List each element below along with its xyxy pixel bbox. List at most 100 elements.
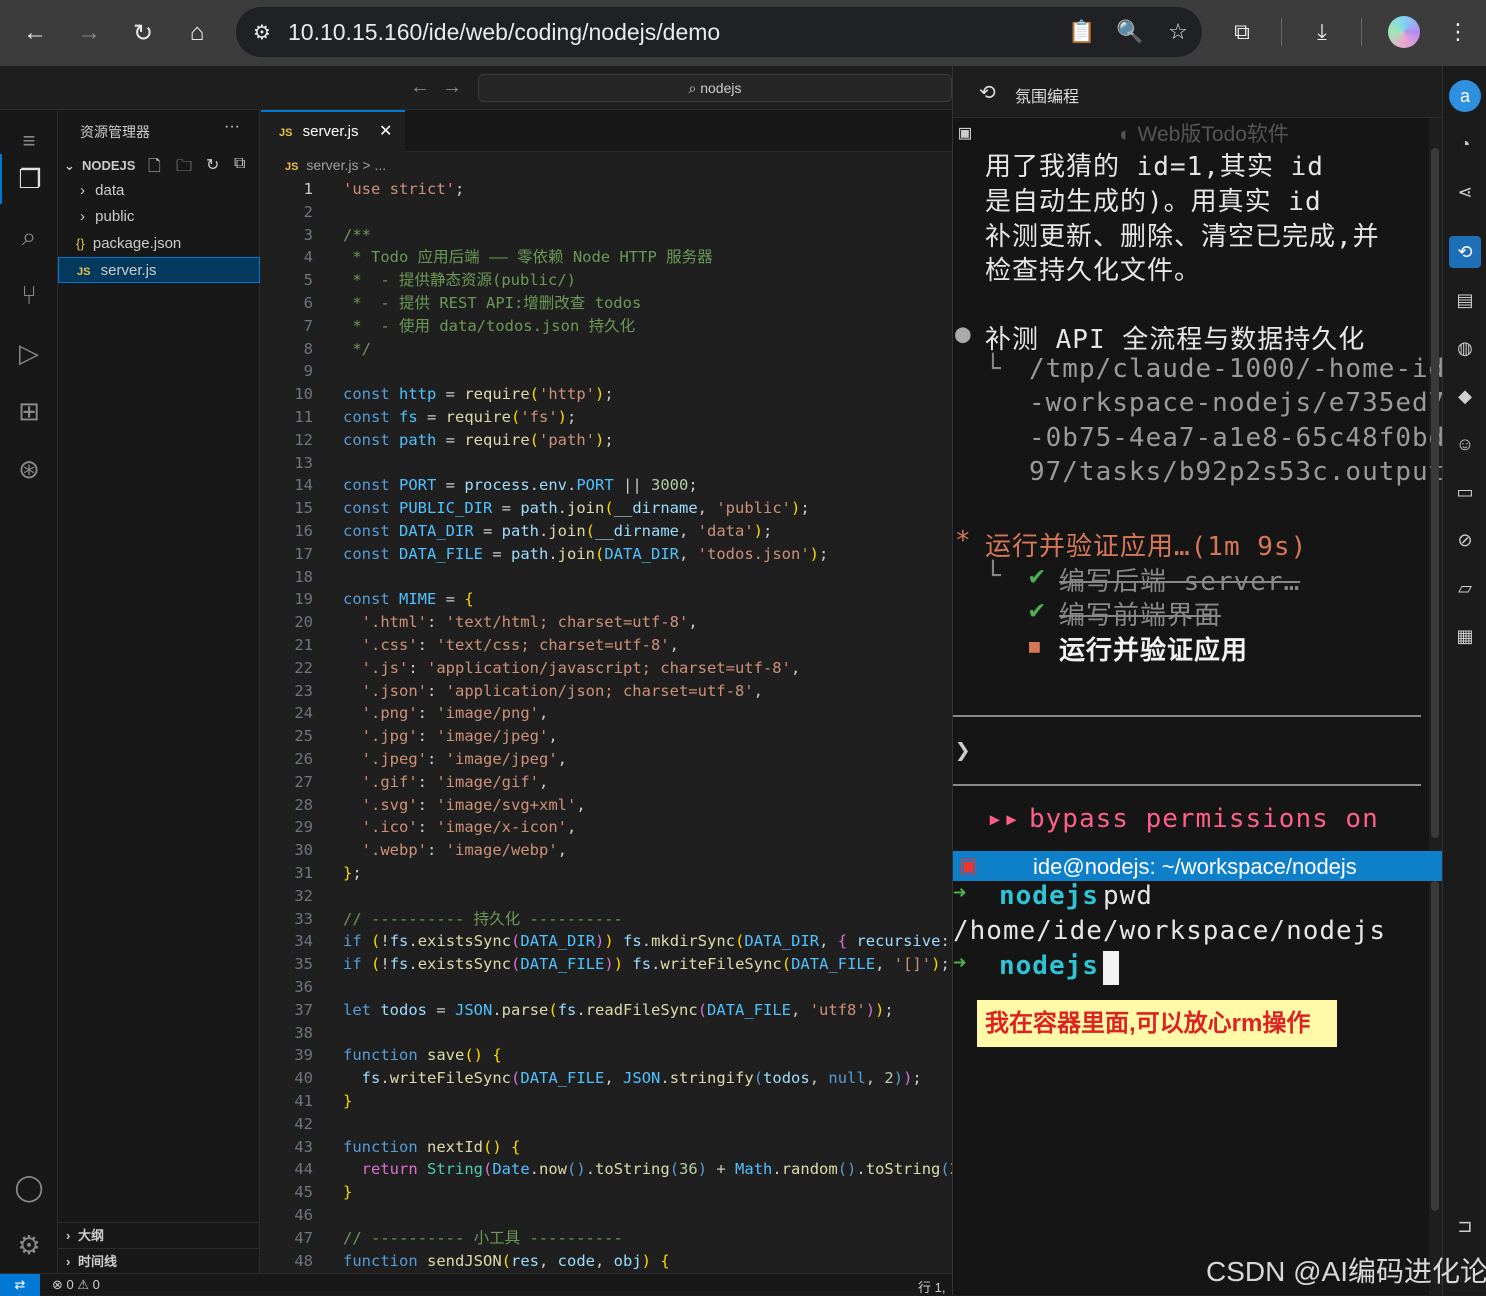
json-file-icon: {} xyxy=(76,236,85,251)
browser-toolbar: ← → ↻ ⌂ ⚙ 10.10.15.160/ide/web/coding/no… xyxy=(0,0,1486,66)
js-file-icon: JS xyxy=(77,266,91,278)
panel-title: 氛围编程 xyxy=(1015,89,1080,106)
vibe-coding-icon[interactable]: ⟲ xyxy=(1449,236,1481,268)
window-icon[interactable]: ▭ xyxy=(1449,476,1481,508)
close-icon[interactable]: ✕ xyxy=(379,112,392,152)
bypass-arrows-icon: ▸▸ xyxy=(987,804,1021,834)
tree-item-package-json[interactable]: {} package.json xyxy=(58,231,260,257)
settings-gear-icon[interactable]: ⚙ xyxy=(0,1220,58,1270)
grid-icon[interactable]: ▦ xyxy=(1449,620,1481,652)
running-status: 运行并验证应用…(1m 9s) xyxy=(985,532,1308,562)
explorer-title: 资源管理器 xyxy=(80,124,150,140)
reload-button[interactable]: ↻ xyxy=(116,13,170,53)
zoom-icon[interactable]: 🔍 xyxy=(1106,19,1154,45)
line-number: 5 xyxy=(303,271,313,290)
code-line: const MIME = { xyxy=(343,590,474,609)
url-text[interactable]: 10.10.15.160/ide/web/coding/nodejs/demo xyxy=(288,19,1058,46)
editor-tabs: JS server.js ✕ xyxy=(261,110,952,152)
line-number: 25 xyxy=(294,727,313,746)
folder-header[interactable]: ⌄ NODEJS 🗋 🗀 ↻ ⧉ xyxy=(58,154,260,178)
line-number: 33 xyxy=(294,909,313,928)
site-info-icon[interactable]: ⚙ xyxy=(236,20,288,45)
back-button[interactable]: ← xyxy=(8,13,62,53)
problems-indicator[interactable]: ⊗ 0 ⚠ 0 xyxy=(52,1277,100,1293)
line-number: 12 xyxy=(294,430,313,449)
code-line: if (!fs.existsSync(DATA_FILE)) fs.writeF… xyxy=(343,955,950,974)
claude-terminal[interactable]: ▣ ◐ Web版Todo软件 用了我猜的 id=1,其实 id 是自动生成的)。… xyxy=(953,118,1461,908)
storage-icon[interactable]: ▤ xyxy=(1449,284,1481,316)
code-line: const PORT = process.env.PORT || 3000; xyxy=(343,476,698,495)
profile-avatar[interactable] xyxy=(1388,16,1420,48)
address-bar[interactable]: ⚙ 10.10.15.160/ide/web/coding/nodejs/dem… xyxy=(236,7,1202,57)
tab-server-js[interactable]: JS server.js ✕ xyxy=(261,110,405,152)
bookmark-star-icon[interactable]: ☆ xyxy=(1154,19,1202,45)
more-actions-icon[interactable]: ··· xyxy=(224,118,240,136)
cursor-position[interactable]: 行 1, xyxy=(918,1277,945,1296)
activity-bar: ≡ ❐ ⌕ ⑂ ▷ ⊞ ⊛ ◯ ⚙ xyxy=(0,110,58,1274)
breadcrumb[interactable]: JS server.js > ... xyxy=(261,152,952,178)
line-number: 7 xyxy=(303,316,313,335)
collapse-all-icon[interactable]: ⧉ xyxy=(234,155,245,173)
output-line: 补测更新、删除、清空已完成,并 xyxy=(985,222,1380,252)
remote-indicator-icon[interactable]: ⇄ xyxy=(0,1274,40,1296)
git-icon[interactable]: ◆ xyxy=(1449,380,1481,412)
line-number: 40 xyxy=(294,1069,313,1088)
remote-explorer-icon[interactable]: ⊛ xyxy=(0,444,58,494)
code-line: function sendJSON(res, code, obj) { xyxy=(343,1251,670,1270)
tree-item-server-js[interactable]: JS server.js xyxy=(58,257,260,283)
chevron-right-icon: › xyxy=(80,182,85,199)
code-line: '.html': 'text/html; charset=utf-8', xyxy=(361,613,698,632)
js-file-icon: JS xyxy=(285,161,299,173)
download-icon[interactable]: ⤓ xyxy=(1302,14,1342,50)
shell-terminal[interactable]: ➜ nodejs pwd /home/ide/workspace/nodejs … xyxy=(953,881,1439,1295)
scrollbar[interactable] xyxy=(1431,148,1439,838)
account-icon[interactable]: ◯ xyxy=(0,1162,58,1212)
command-center[interactable]: ⌕ nodejs xyxy=(478,74,952,102)
tree-item-public[interactable]: › public xyxy=(58,204,260,230)
search-icon: ⌕ xyxy=(688,80,701,96)
side-icon-strip: a ◔ ⋖ ⟲ ▤ ◍ ◆ ☺ ▭ ⊘ ▱ ▦ ⊐ xyxy=(1442,66,1486,1295)
task-item: 编写前端界面 xyxy=(1059,601,1222,631)
outline-section[interactable]: › 大纲 xyxy=(58,1222,260,1248)
timeline-section[interactable]: › 时间线 xyxy=(58,1248,260,1274)
panel-header: ⟲ 氛围编程 xyxy=(953,66,1443,118)
code-editor[interactable]: 1'use strict'; 2 3/** 4 * Todo 应用后端 —— 零依赖… xyxy=(261,178,952,1272)
code-line: /** xyxy=(343,225,371,244)
forward-button[interactable]: → xyxy=(62,13,116,53)
extensions-icon[interactable]: ⊞ xyxy=(0,386,58,436)
home-button[interactable]: ⌂ xyxy=(170,13,224,53)
code-line: * - 提供静态资源(public/) xyxy=(343,271,576,290)
line-number: 14 xyxy=(294,476,313,495)
code-line: const fs = require('fs'); xyxy=(343,408,577,426)
link-icon[interactable]: ⊘ xyxy=(1449,524,1481,556)
gauge-icon[interactable]: ◔ xyxy=(1449,128,1481,160)
search-icon[interactable]: ⌕ xyxy=(0,212,58,262)
share-icon[interactable]: ⋖ xyxy=(1449,176,1481,208)
line-number: 2 xyxy=(303,202,313,221)
tree-item-data[interactable]: › data xyxy=(58,178,260,204)
run-debug-icon[interactable]: ▷ xyxy=(0,328,58,378)
folder-icon[interactable]: ▱ xyxy=(1449,572,1481,604)
line-number: 15 xyxy=(294,499,313,518)
nav-back-icon[interactable]: ← xyxy=(410,76,430,99)
menu-kebab-icon[interactable]: ⋮ xyxy=(1438,14,1478,50)
line-number: 43 xyxy=(294,1137,313,1156)
globe-icon[interactable]: ◍ xyxy=(1449,332,1481,364)
tree-corner: └ xyxy=(985,354,1002,384)
line-number: 34 xyxy=(294,932,313,951)
source-control-icon[interactable]: ⑂ xyxy=(0,270,58,320)
code-line: '.json': 'application/json; charset=utf-… xyxy=(361,681,763,700)
refresh-icon[interactable]: ↻ xyxy=(206,155,219,175)
clipboard-icon[interactable]: 📋 xyxy=(1058,19,1106,45)
explorer-icon[interactable]: ❐ xyxy=(0,154,58,204)
chevron-right-icon: › xyxy=(66,1254,71,1269)
scrollbar[interactable] xyxy=(1431,881,1439,1211)
robot-icon[interactable]: ☺ xyxy=(1449,428,1481,460)
avatar[interactable]: a xyxy=(1449,80,1481,112)
extensions-icon[interactable]: ⧉ xyxy=(1222,14,1262,50)
collapse-panel-icon[interactable]: ⊐ xyxy=(1449,1210,1481,1242)
nav-forward-icon[interactable]: → xyxy=(442,76,462,99)
prompt-symbol[interactable]: ❯ xyxy=(955,736,972,766)
line-number: 39 xyxy=(294,1046,313,1065)
line-number: 21 xyxy=(294,636,313,654)
